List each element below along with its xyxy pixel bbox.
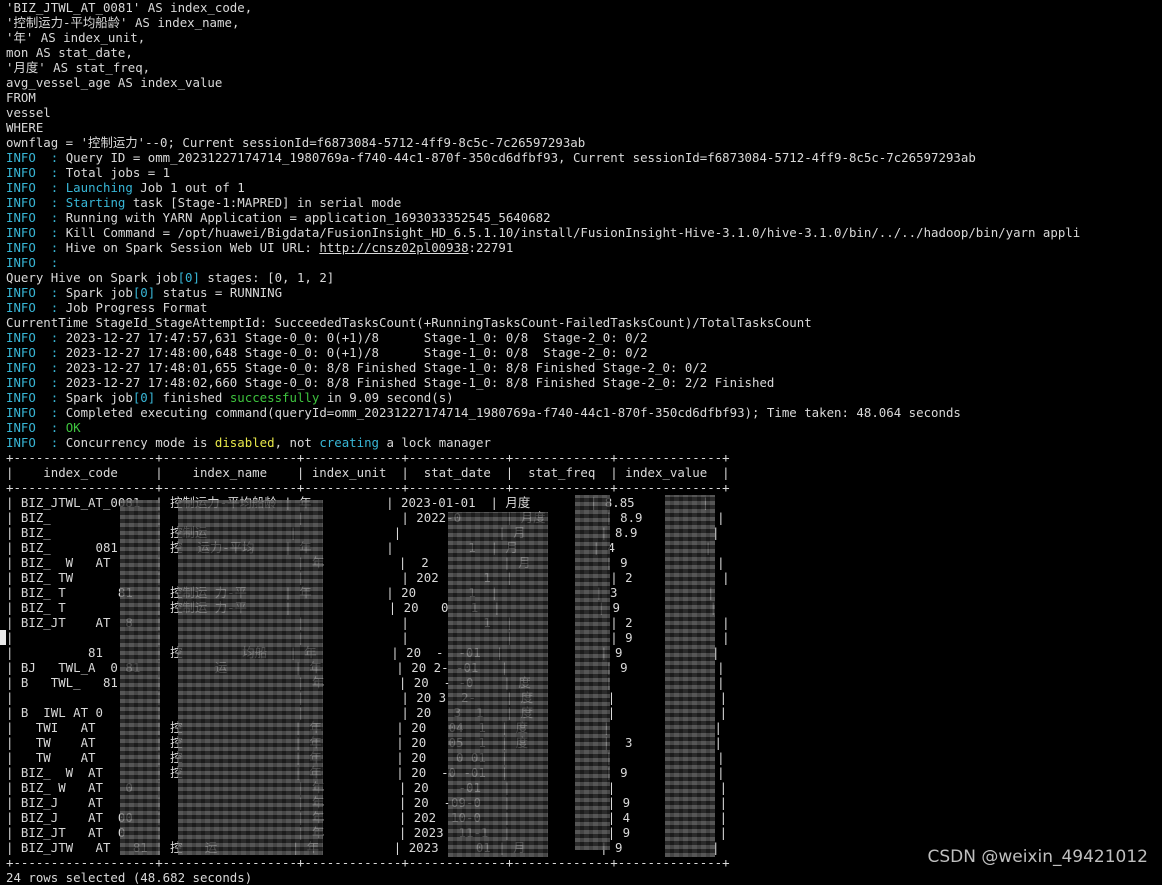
log-line-web-ui: INFO : Hive on Spark Session Web UI URL:… — [6, 240, 514, 255]
progress-line: INFO : 2023-12-27 17:48:02,660 Stage-0_0… — [6, 375, 775, 390]
sql-line: '年' AS index_unit, — [6, 30, 146, 45]
table-border-top: +-------------------+------------------+… — [6, 450, 730, 465]
table-header: | index_code | index_name | index_unit |… — [6, 465, 730, 480]
log-line-ok: INFO : OK — [6, 420, 81, 435]
log-line-status: INFO : Spark job[0] status = RUNNING — [6, 285, 283, 300]
progress-line: INFO : 2023-12-27 17:47:57,631 Stage-0_0… — [6, 330, 648, 345]
log-line-kill-command: INFO : Kill Command = /opt/huawei/Bigdat… — [6, 225, 1081, 240]
log-line-stages: Query Hive on Spark job[0] stages: [0, 1… — [6, 270, 335, 285]
sql-query-block: 'BIZ_JTWL_AT_0081' AS index_code, '控制运力-平… — [6, 0, 1162, 150]
log-line-launching: INFO : Launching Job 1 out of 1 — [6, 180, 245, 195]
log-line-query-id: INFO : Query ID = omm_20231227174714_198… — [6, 150, 976, 165]
log-line-yarn: INFO : Running with YARN Application = a… — [6, 210, 551, 225]
table-border-mid: +-------------------+------------------+… — [6, 480, 730, 495]
redaction-overlay — [665, 495, 715, 857]
log-line-completed: INFO : Completed executing command(query… — [6, 405, 961, 420]
log-line-progress-header: CurrentTime StageId_StageAttemptId: Succ… — [6, 315, 812, 330]
sql-line: ownflag = '控制运力'--0; Current sessionId=f… — [6, 135, 586, 150]
sql-line: vessel — [6, 105, 51, 120]
rows-selected-footer: 24 rows selected (48.682 seconds) — [6, 870, 253, 885]
log-line-empty: INFO : — [6, 255, 66, 270]
sql-line: avg_vessel_age AS index_value — [6, 75, 223, 90]
log-line-concurrency: INFO : Concurrency mode is disabled, not… — [6, 435, 491, 450]
sql-line: mon AS stat_date, — [6, 45, 133, 60]
terminal-cursor — [0, 630, 6, 645]
redaction-overlay — [575, 495, 610, 850]
progress-line: INFO : 2023-12-27 17:48:01,655 Stage-0_0… — [6, 360, 708, 375]
log-line-starting: INFO : Starting task [Stage-1:MAPRED] in… — [6, 195, 402, 210]
info-tag: INFO : — [6, 150, 66, 165]
log-line-finished: INFO : Spark job[0] finished successfull… — [6, 390, 454, 405]
watermark: CSDN @weixin_49421012 — [927, 847, 1148, 867]
web-ui-link[interactable]: http://cnsz02pl00938 — [319, 240, 468, 255]
progress-line: INFO : 2023-12-27 17:48:00,648 Stage-0_0… — [6, 345, 648, 360]
redaction-overlay — [178, 500, 323, 855]
log-line-progress-format: INFO : Job Progress Format — [6, 300, 208, 315]
sql-line: WHERE — [6, 120, 44, 135]
redaction-overlay — [120, 500, 160, 855]
log-line-total-jobs: INFO : Total jobs = 1 — [6, 165, 171, 180]
sql-line: 'BIZ_JTWL_AT_0081' AS index_code, — [6, 0, 253, 15]
redaction-overlay — [448, 512, 548, 857]
sql-line: '控制运力-平均船龄' AS index_name, — [6, 15, 240, 30]
sql-line: '月度' AS stat_freq, — [6, 60, 151, 75]
progress-lines: INFO : 2023-12-27 17:47:57,631 Stage-0_0… — [6, 330, 1162, 390]
sql-line: FROM — [6, 90, 36, 105]
